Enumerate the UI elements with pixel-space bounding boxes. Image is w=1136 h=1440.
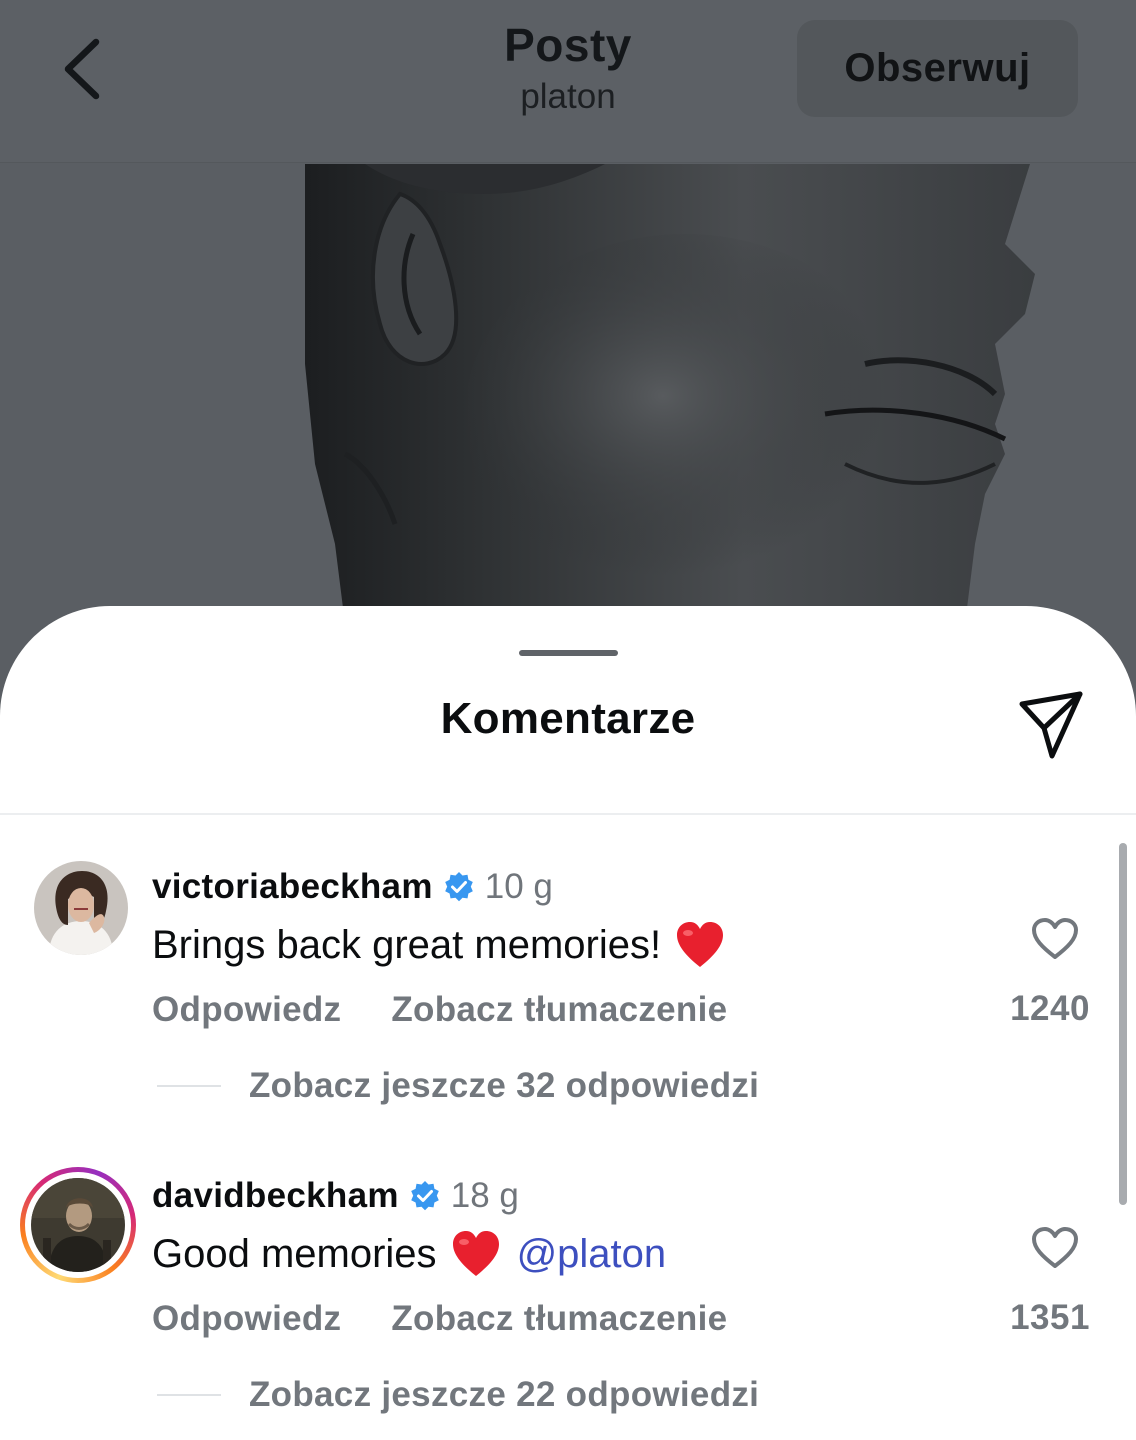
mention-link[interactable]: @platon — [517, 1232, 667, 1277]
comment-text: Brings back great memories! — [152, 922, 662, 967]
reply-button[interactable]: Odpowiedz — [152, 990, 341, 1030]
verified-badge-icon — [410, 1181, 439, 1211]
sheet-grabber[interactable] — [519, 650, 618, 656]
view-replies[interactable]: Zobacz jeszcze 32 odpowiedzi — [157, 1061, 759, 1111]
heart-outline-icon[interactable] — [1030, 917, 1080, 961]
avatar[interactable] — [31, 1178, 125, 1272]
post-photo-area — [0, 164, 1136, 624]
sheet-title: Komentarze — [440, 694, 696, 743]
comment-actions: Odpowiedz Zobacz tłumaczenie — [152, 985, 727, 1035]
comment-header: davidbeckham 18 g — [152, 1170, 519, 1222]
like-count: 1240 — [1010, 989, 1090, 1028]
reply-button[interactable]: Odpowiedz — [152, 1299, 341, 1339]
comment-item: davidbeckham 18 g Good memories @platon … — [0, 1167, 1136, 1430]
comment-time: 18 g — [450, 1176, 519, 1215]
avatar-image — [31, 1178, 125, 1272]
verified-badge-icon — [444, 872, 473, 902]
like-count: 1351 — [1010, 1298, 1090, 1337]
paper-plane-icon — [1019, 691, 1083, 759]
comment-username[interactable]: davidbeckham — [152, 1176, 399, 1216]
post-photo[interactable] — [305, 164, 1036, 624]
sheet-divider — [0, 813, 1136, 815]
comment-body: Good memories @platon — [152, 1224, 666, 1284]
comment-text: Good memories — [152, 1231, 437, 1276]
share-button[interactable] — [1010, 686, 1090, 766]
view-replies[interactable]: Zobacz jeszcze 22 odpowiedzi — [157, 1370, 759, 1420]
comment-actions: Odpowiedz Zobacz tłumaczenie — [152, 1294, 727, 1344]
comments-sheet: Komentarze victoriabeckham 10 g Brings b… — [0, 606, 1136, 1440]
top-bar: Posty platon Obserwuj — [0, 0, 1136, 163]
comment-time: 10 g — [484, 867, 553, 906]
comment-username[interactable]: victoriabeckham — [152, 867, 433, 907]
red-heart-emoji-icon — [677, 922, 724, 967]
see-translation-button[interactable]: Zobacz tłumaczenie — [391, 990, 727, 1030]
app-screen: Posty platon Obserwuj Komentarze victori… — [0, 0, 1136, 1440]
heart-outline-icon[interactable] — [1030, 1226, 1080, 1270]
replies-divider — [157, 1085, 221, 1087]
comment-header: victoriabeckham 10 g — [152, 861, 553, 913]
comment-item: victoriabeckham 10 g Brings back great m… — [0, 861, 1136, 1121]
replies-divider — [157, 1394, 221, 1396]
follow-button[interactable]: Obserwuj — [797, 20, 1078, 117]
view-replies-label[interactable]: Zobacz jeszcze 32 odpowiedzi — [249, 1066, 759, 1106]
see-translation-button[interactable]: Zobacz tłumaczenie — [391, 1299, 727, 1339]
red-heart-emoji-icon — [452, 1231, 499, 1276]
avatar[interactable] — [34, 861, 128, 955]
comment-body: Brings back great memories! — [152, 915, 725, 975]
avatar-image — [34, 861, 128, 955]
view-replies-label[interactable]: Zobacz jeszcze 22 odpowiedzi — [249, 1375, 759, 1415]
